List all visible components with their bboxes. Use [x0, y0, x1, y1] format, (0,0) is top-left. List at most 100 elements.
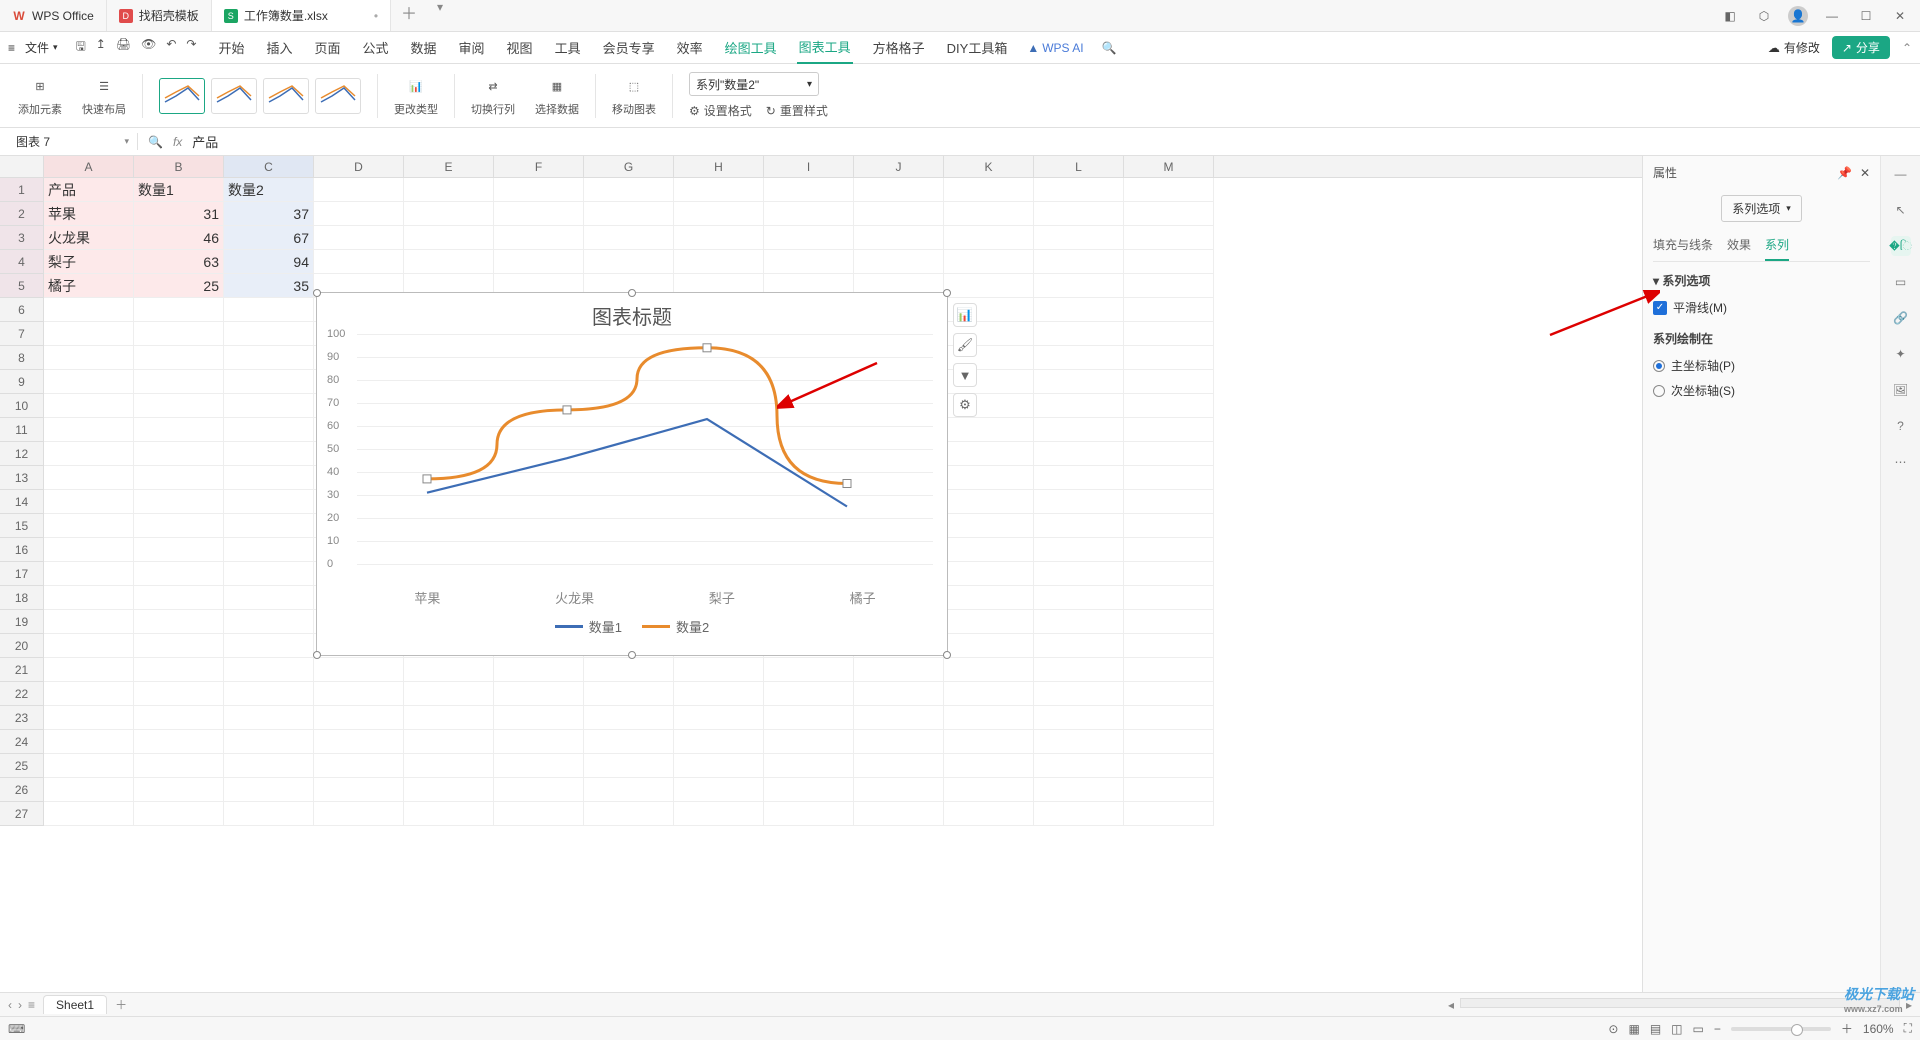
minimize-button[interactable]: — [1822, 6, 1842, 26]
cell[interactable] [944, 418, 1034, 442]
change-type-button[interactable]: 📊 更改类型 [386, 75, 446, 117]
cell[interactable] [1124, 706, 1214, 730]
tab-view[interactable]: 视图 [505, 32, 535, 63]
chart-style-4[interactable] [315, 78, 361, 114]
cell[interactable] [944, 490, 1034, 514]
template-tab[interactable]: D 找稻壳模板 [107, 0, 212, 31]
select-all-corner[interactable] [0, 156, 44, 177]
cell[interactable] [944, 634, 1034, 658]
row-header[interactable]: 11 [0, 418, 44, 442]
cell[interactable] [404, 706, 494, 730]
view-normal-icon[interactable]: ▦ [1628, 1022, 1639, 1036]
zoom-value[interactable]: 160% [1863, 1022, 1894, 1036]
row-header[interactable]: 14 [0, 490, 44, 514]
series-selector[interactable]: 系列"数量2"▾ [689, 72, 819, 96]
input-mode-icon[interactable]: ⌨ [8, 1022, 25, 1036]
cell[interactable] [314, 202, 404, 226]
cell[interactable] [44, 394, 134, 418]
cell[interactable] [674, 226, 764, 250]
avatar-icon[interactable]: 👤 [1788, 6, 1808, 26]
cell[interactable]: 梨子 [44, 250, 134, 274]
cell[interactable] [1034, 274, 1124, 298]
cell[interactable] [224, 682, 314, 706]
cell[interactable] [944, 274, 1034, 298]
cell[interactable] [224, 754, 314, 778]
cell[interactable] [764, 178, 854, 202]
cell[interactable] [1034, 346, 1124, 370]
cell[interactable] [134, 730, 224, 754]
collapse-ribbon-icon[interactable]: ⌃ [1902, 41, 1912, 55]
cell[interactable] [764, 802, 854, 826]
cell[interactable] [134, 298, 224, 322]
tab-diy[interactable]: DIY工具箱 [945, 32, 1010, 63]
cell[interactable] [1034, 466, 1124, 490]
tab-insert[interactable]: 插入 [264, 32, 294, 63]
cell[interactable] [854, 754, 944, 778]
row-header[interactable]: 19 [0, 610, 44, 634]
view-dots-icon[interactable]: ⊙ [1608, 1022, 1618, 1036]
cell[interactable] [494, 778, 584, 802]
cell[interactable]: 苹果 [44, 202, 134, 226]
cell[interactable] [1034, 778, 1124, 802]
cell[interactable] [44, 706, 134, 730]
cell[interactable] [854, 730, 944, 754]
cell[interactable] [404, 802, 494, 826]
chart-settings-button[interactable]: ⚙ [953, 393, 977, 417]
search-icon[interactable]: 🔍 [1102, 41, 1117, 55]
cell[interactable] [44, 514, 134, 538]
cell[interactable] [134, 682, 224, 706]
cell[interactable] [224, 586, 314, 610]
add-element-button[interactable]: ⊞ 添加元素 [10, 75, 70, 117]
cell[interactable] [944, 730, 1034, 754]
sheet-prev-icon[interactable]: ‹ [8, 998, 12, 1012]
select-tool-icon[interactable]: ↖ [1891, 200, 1911, 220]
cell[interactable] [1034, 682, 1124, 706]
row-header[interactable]: 4 [0, 250, 44, 274]
redo-icon[interactable]: ↷ [186, 37, 196, 58]
cell[interactable] [1034, 370, 1124, 394]
image-icon[interactable]: 🖼 [1891, 380, 1911, 400]
cell[interactable] [1034, 178, 1124, 202]
view-reader-icon[interactable]: ▭ [1693, 1022, 1704, 1036]
cell[interactable] [44, 418, 134, 442]
cell[interactable] [44, 802, 134, 826]
cell[interactable] [764, 682, 854, 706]
col-header[interactable]: J [854, 156, 944, 177]
tab-tools[interactable]: 工具 [553, 32, 583, 63]
cell[interactable] [944, 706, 1034, 730]
cell[interactable] [1124, 490, 1214, 514]
cell[interactable] [854, 706, 944, 730]
row-header[interactable]: 22 [0, 682, 44, 706]
cell[interactable] [1124, 634, 1214, 658]
cell[interactable] [314, 178, 404, 202]
col-header[interactable]: M [1124, 156, 1214, 177]
cell[interactable] [854, 682, 944, 706]
view-break-icon[interactable]: ◫ [1671, 1022, 1682, 1036]
panel-tab-fill[interactable]: 填充与线条 [1653, 236, 1713, 261]
cell[interactable] [1034, 610, 1124, 634]
cell[interactable] [674, 730, 764, 754]
cell[interactable] [1034, 226, 1124, 250]
cell[interactable] [1034, 298, 1124, 322]
cell[interactable] [944, 538, 1034, 562]
cell[interactable] [674, 778, 764, 802]
app-tab[interactable]: W WPS Office [0, 0, 107, 31]
cell[interactable] [854, 178, 944, 202]
cell[interactable] [944, 514, 1034, 538]
chart-object[interactable]: 图表标题 0102030405060708090100 苹果火龙果梨子橘子 数量… [316, 292, 948, 656]
cell[interactable] [584, 682, 674, 706]
cell[interactable] [134, 442, 224, 466]
cell[interactable] [404, 778, 494, 802]
cell[interactable] [1124, 346, 1214, 370]
cell[interactable] [1034, 514, 1124, 538]
chart-style-1[interactable] [159, 78, 205, 114]
cell[interactable] [584, 730, 674, 754]
copy-window-icon[interactable]: ◧ [1720, 6, 1740, 26]
row-header[interactable]: 13 [0, 466, 44, 490]
file-menu[interactable]: 文件▾ [25, 39, 58, 56]
cell[interactable] [44, 466, 134, 490]
cell[interactable] [404, 226, 494, 250]
col-header[interactable]: E [404, 156, 494, 177]
cell[interactable] [134, 322, 224, 346]
cell[interactable] [1124, 298, 1214, 322]
